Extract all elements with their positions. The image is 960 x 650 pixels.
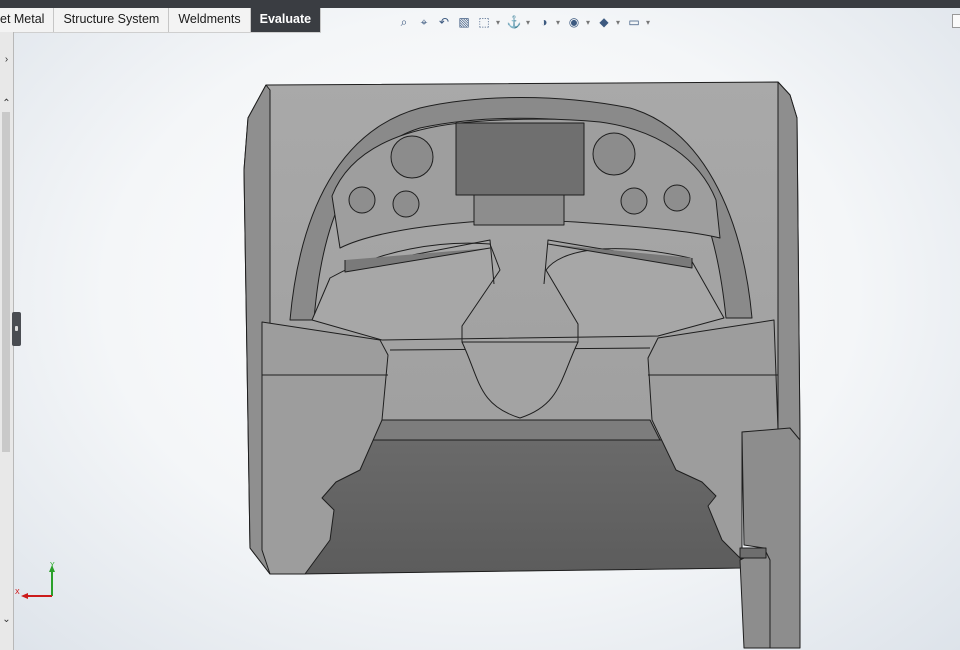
model-button-small [392, 190, 420, 218]
reference-triad: X Y [14, 560, 64, 610]
model-screen-recess [455, 122, 585, 196]
model-button-small [348, 186, 376, 214]
y-axis-label: Y [50, 562, 55, 569]
model-button-small [620, 187, 648, 215]
x-axis-label: X [15, 589, 20, 596]
model-right-wall [777, 81, 801, 441]
model-lower-lip [371, 419, 661, 441]
3d-model-viewport[interactable] [0, 0, 960, 650]
model-button-small [663, 184, 691, 212]
model-button-large-left [390, 135, 434, 179]
model-button-large-right [592, 132, 636, 176]
